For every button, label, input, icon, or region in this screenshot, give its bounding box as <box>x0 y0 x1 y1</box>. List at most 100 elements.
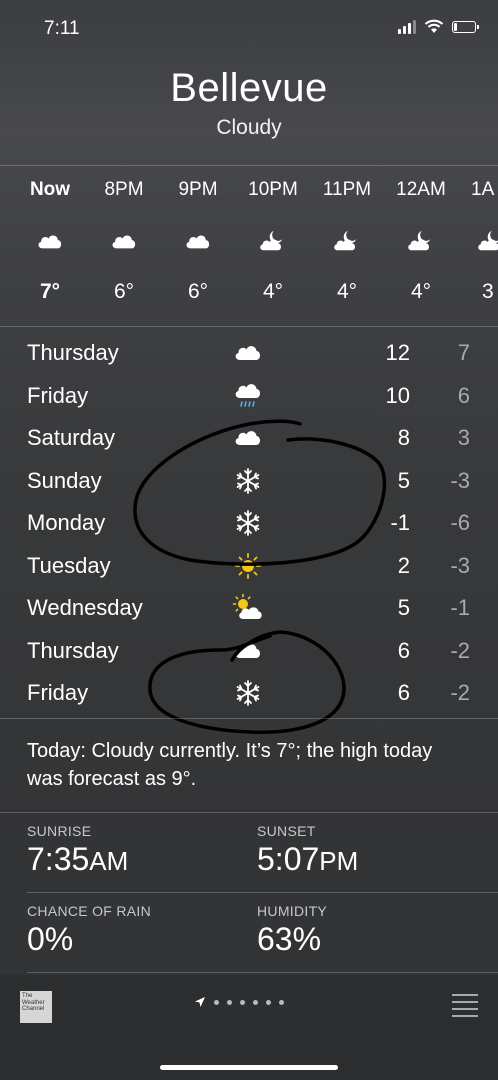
day-name: Tuesday <box>27 552 111 578</box>
day-name: Sunday <box>27 467 102 493</box>
day-name: Thursday <box>27 637 119 663</box>
day-row: Saturday 8 3 <box>0 418 498 460</box>
current-condition: Cloudy <box>216 116 282 139</box>
hour-time: 8PM <box>104 179 144 200</box>
day-low: -2 <box>450 637 470 663</box>
chance-of-rain-cell: CHANCE OF RAIN 0% <box>27 903 151 958</box>
hour-temp: 6° <box>187 280 209 303</box>
snowflake-icon <box>236 510 260 536</box>
day-row: Thursday 6 -2 <box>0 631 498 673</box>
day-row: Sunday 5 -3 <box>0 461 498 503</box>
snowflake-icon <box>236 467 260 494</box>
sunrise-suffix: AM <box>89 846 129 876</box>
sunset-label: SUNSET <box>257 823 316 839</box>
day-low: -2 <box>450 680 470 705</box>
status-time: 7:11 <box>44 18 80 39</box>
divider <box>0 326 498 327</box>
day-name: Wednesday <box>27 595 143 620</box>
cloudy-night-icon <box>408 230 431 251</box>
day-low: -6 <box>450 510 470 535</box>
battery-icon <box>452 20 479 33</box>
day-row: Friday 10 6 <box>0 376 498 418</box>
hour-time: Now <box>29 179 71 200</box>
cloudy-night-icon <box>334 230 357 251</box>
humidity-label: HUMIDITY <box>257 903 328 919</box>
day-low: 6 <box>457 382 470 408</box>
day-name: Friday <box>27 382 89 408</box>
hour-temp: 4° <box>336 280 358 303</box>
city-name: Bellevue <box>170 66 328 110</box>
cloud-icon <box>235 431 260 445</box>
home-indicator[interactable] <box>160 1065 338 1070</box>
sunset-value: 5:07PM <box>257 841 358 878</box>
hour-time: 12AM <box>396 179 446 200</box>
day-row: Friday 6 -2 <box>0 673 498 715</box>
hour-temp: 4° <box>262 280 284 303</box>
day-high: 5 <box>397 595 410 620</box>
location-arrow-icon <box>195 997 205 1007</box>
day-high: 10 <box>385 382 410 408</box>
cloud-icon <box>112 235 136 249</box>
cloudy-night-icon <box>478 230 498 251</box>
day-high: 12 <box>385 340 410 365</box>
day-low: -3 <box>450 552 470 578</box>
humidity-value: 63% <box>257 921 322 957</box>
divider <box>0 812 498 813</box>
day-row: Tuesday 2 -3 <box>0 546 498 588</box>
cloud-icon <box>235 643 260 658</box>
day-name: Saturday <box>27 425 116 450</box>
status-icons <box>398 19 479 34</box>
hour-temp: 7° <box>39 280 61 303</box>
sunset-cell: SUNSET 5:07PM <box>257 823 358 878</box>
hour-time: 9PM <box>178 179 218 200</box>
day-row: Wednesday 5 -1 <box>0 588 498 630</box>
day-low: -1 <box>450 595 470 620</box>
weather-channel-logo[interactable]: The Weather Channel <box>20 991 52 1023</box>
day-row: Thursday 12 7 <box>0 333 498 375</box>
divider <box>27 892 498 893</box>
day-name: Thursday <box>27 340 119 365</box>
sunrise-time: 7:35 <box>27 841 90 877</box>
city-list-icon[interactable] <box>452 994 478 1022</box>
cloud-icon <box>235 346 260 360</box>
wifi-icon <box>424 19 444 33</box>
hour-time: 1A <box>471 179 495 200</box>
day-low: 7 <box>457 340 470 365</box>
day-high: 6 <box>397 637 410 663</box>
day-high: 2 <box>397 552 410 578</box>
status-bar: 7:11 <box>0 0 498 60</box>
day-name: Friday <box>27 680 89 705</box>
location-header: Bellevue Cloudy <box>0 62 498 142</box>
page-dot <box>227 999 232 1005</box>
snowflake-icon <box>236 680 260 706</box>
page-dot <box>266 999 271 1005</box>
day-low: 3 <box>457 425 470 450</box>
partly-sunny-icon <box>232 593 263 620</box>
hour-temp: 3 <box>482 280 494 303</box>
sun-icon <box>235 552 261 579</box>
sunset-suffix: PM <box>319 846 359 876</box>
sunrise-label: SUNRISE <box>27 823 92 839</box>
chance-of-rain-label: CHANCE OF RAIN <box>27 903 151 919</box>
day-high: 6 <box>397 680 410 705</box>
divider <box>27 972 498 973</box>
day-low: -3 <box>450 467 470 493</box>
chance-of-rain-value: 0% <box>27 921 74 957</box>
cloudy-night-icon <box>260 230 283 251</box>
page-dot <box>214 999 219 1005</box>
hour-time: 10PM <box>248 179 298 200</box>
humidity-cell: HUMIDITY 63% <box>257 903 327 958</box>
hourly-forecast[interactable]: Now 7° 8PM 6° 9PM 6° 10PM 4° 11PM 4° 12A… <box>0 166 498 326</box>
sunrise-cell: SUNRISE 7:35AM <box>27 823 128 878</box>
divider <box>0 718 498 719</box>
today-summary: Today: Cloudy currently. It’s 7°; the hi… <box>27 740 433 790</box>
page-indicator[interactable] <box>194 996 284 1008</box>
page-dot <box>253 999 258 1005</box>
day-high: 5 <box>397 467 410 493</box>
bottom-toolbar: The Weather Channel <box>0 975 498 1080</box>
hour-time: 11PM <box>322 179 372 200</box>
page-dot <box>240 999 245 1005</box>
hour-temp: 6° <box>113 280 135 303</box>
sunset-time: 5:07 <box>257 841 320 877</box>
cellular-signal-icon <box>398 19 416 34</box>
